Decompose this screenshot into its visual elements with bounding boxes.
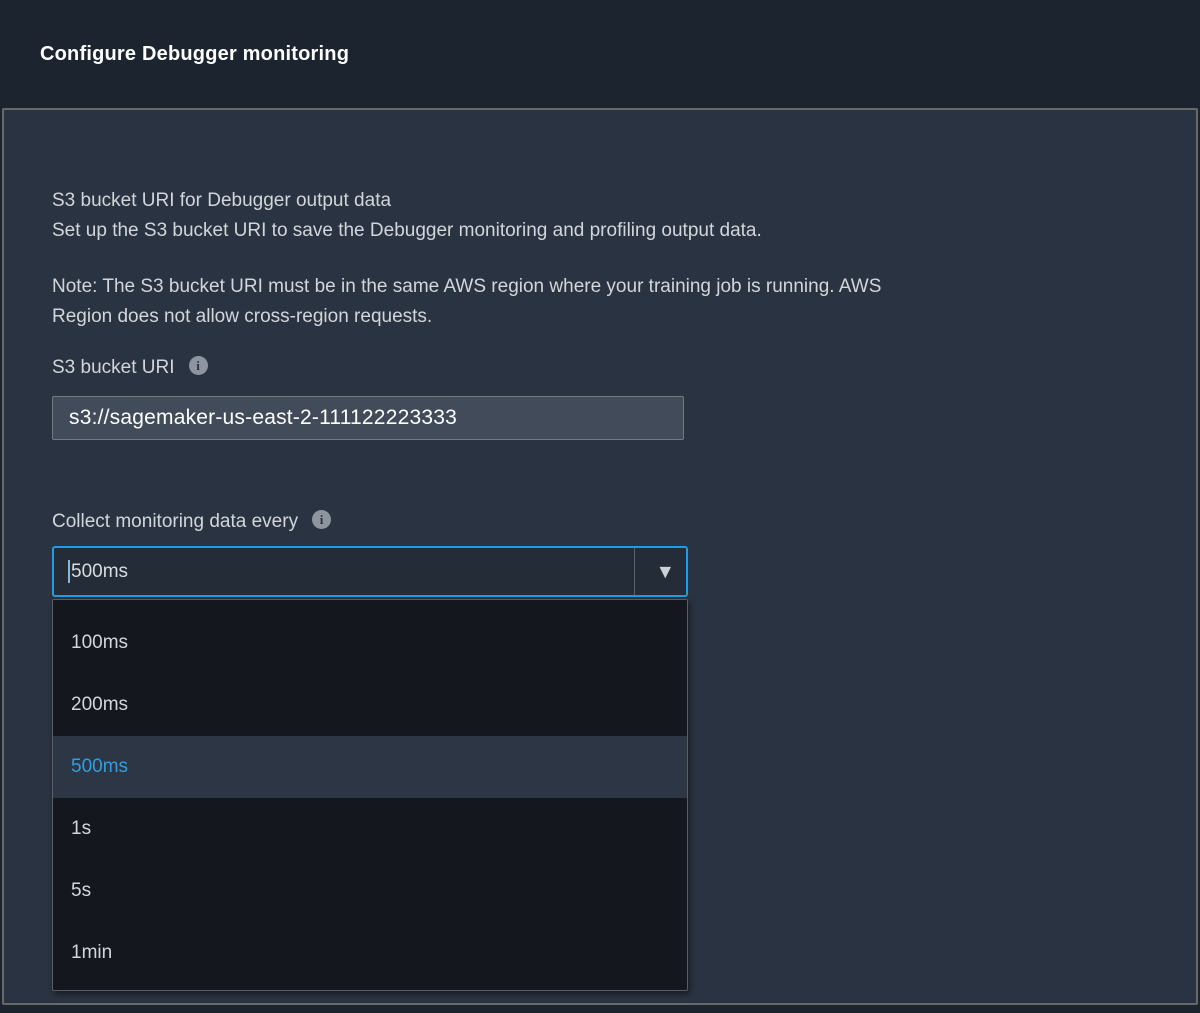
chevron-down-icon[interactable]: ▼: [659, 562, 671, 580]
configure-debugger-dialog: Configure Debugger monitoring S3 bucket …: [0, 0, 1200, 1013]
description-line1: S3 bucket URI for Debugger output data: [52, 186, 762, 216]
interval-selected-value: 500ms: [71, 561, 128, 583]
s3-uri-label: S3 bucket URI: [52, 357, 175, 379]
note-line1: Note: The S3 bucket URI must be in the s…: [52, 272, 881, 302]
s3-uri-value: s3://sagemaker-us-east-2-111122223333: [69, 406, 457, 430]
dropdown-option-1s[interactable]: 1s: [53, 798, 687, 860]
text-caret: [68, 560, 70, 583]
note-line2: Region does not allow cross-region reque…: [52, 302, 881, 332]
section-description: S3 bucket URI for Debugger output data S…: [52, 186, 762, 246]
dialog-title: Configure Debugger monitoring: [40, 43, 349, 66]
dialog-header: Configure Debugger monitoring: [0, 0, 1200, 108]
info-icon[interactable]: i: [189, 356, 208, 375]
interval-dropdown-list: 100ms 200ms 500ms 1s 5s 1min: [52, 599, 688, 991]
description-line2: Set up the S3 bucket URI to save the Deb…: [52, 216, 762, 246]
interval-label: Collect monitoring data every: [52, 511, 298, 533]
s3-uri-label-row: S3 bucket URI i: [52, 357, 208, 379]
dialog-body-panel: S3 bucket URI for Debugger output data S…: [2, 108, 1198, 1005]
s3-uri-input[interactable]: s3://sagemaker-us-east-2-111122223333: [52, 396, 684, 440]
dropdown-option-100ms[interactable]: 100ms: [53, 612, 687, 674]
dropdown-option-5s[interactable]: 5s: [53, 860, 687, 922]
combobox-divider: [634, 548, 635, 595]
info-icon[interactable]: i: [312, 510, 331, 529]
interval-combobox[interactable]: 500ms ▼: [52, 546, 688, 597]
dropdown-option-500ms[interactable]: 500ms: [53, 736, 687, 798]
dropdown-option-200ms[interactable]: 200ms: [53, 674, 687, 736]
note-text: Note: The S3 bucket URI must be in the s…: [52, 272, 881, 332]
dropdown-option-1min[interactable]: 1min: [53, 922, 687, 984]
interval-label-row: Collect monitoring data every i: [52, 511, 331, 533]
